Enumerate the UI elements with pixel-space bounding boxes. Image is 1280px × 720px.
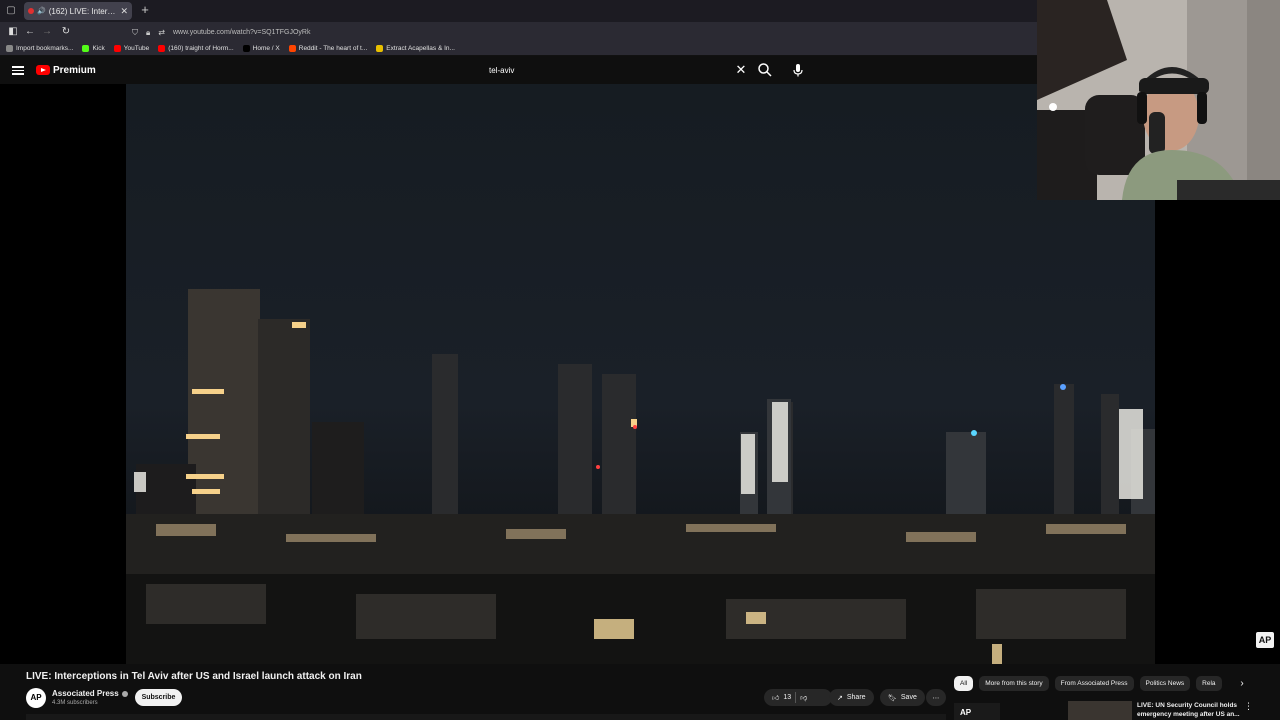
recording-icon: [28, 8, 34, 14]
forward-icon[interactable]: →: [40, 25, 54, 39]
ap-watermark-logo: AP: [1256, 632, 1274, 648]
bookmark-label: Reddit - The heart of t...: [298, 45, 368, 52]
speaker-icon[interactable]: 🔊: [37, 7, 46, 15]
subscriber-count: 4.3M subscribers: [52, 700, 98, 706]
channel-name-text[interactable]: Associated Press: [52, 689, 119, 698]
share-button[interactable]: ↗ Share: [829, 689, 874, 706]
rec-thumb-ap-text: AP: [960, 708, 972, 717]
bookmark-favicon-icon: [113, 45, 121, 52]
bookmark-favicon-icon: [376, 45, 384, 52]
filter-chip[interactable]: More from this story: [979, 676, 1049, 691]
bookmark-label: Import bookmarks...: [16, 45, 74, 52]
back-icon[interactable]: ←: [23, 25, 37, 39]
save-label: Save: [900, 694, 917, 701]
bookmark-item[interactable]: Reddit - The heart of t...: [288, 45, 368, 52]
reload-icon[interactable]: ↻: [59, 25, 73, 39]
tab-close-icon[interactable]: ✕: [120, 6, 128, 17]
url-text[interactable]: www.youtube.com/watch?v=SQ1TFGJOyRk: [173, 29, 311, 36]
dislike-icon[interactable]: 👎︎: [800, 693, 807, 702]
search-icon[interactable]: [757, 62, 773, 78]
bookmark-label: Extract Acapellas & In...: [386, 45, 455, 52]
bookmark-label: Home / X: [252, 45, 280, 52]
recommendation-title[interactable]: LIVE: UN Security Council holds emergenc…: [1137, 701, 1241, 719]
youtube-play-icon: [36, 65, 50, 75]
bookmark-favicon-icon: [6, 45, 13, 52]
save-button[interactable]: 🔖︎ Save: [880, 689, 925, 706]
bookmark-favicon-icon: [288, 45, 296, 52]
bookmark-label: YouTube: [123, 45, 150, 52]
tab-list-icon[interactable]: ▢: [4, 4, 18, 18]
bookmark-icon: 🔖︎: [888, 694, 897, 702]
bookmark-item[interactable]: YouTube: [113, 45, 150, 52]
share-icon: ↗: [837, 694, 843, 702]
like-icon[interactable]: 👍︎: [772, 693, 779, 702]
search-input[interactable]: [489, 65, 729, 75]
like-divider: [795, 692, 797, 703]
filter-chip[interactable]: From Associated Press: [1054, 676, 1134, 691]
video-title: LIVE: Interceptions in Tel Aviv after US…: [26, 671, 362, 682]
bookmark-item[interactable]: Extract Acapellas & In...: [376, 45, 455, 52]
browser-tab[interactable]: 🔊 (162) LIVE: Interceptions in ✕: [24, 2, 132, 20]
url-bar[interactable]: ⛉ 🔒︎ ⇄ www.youtube.com/watch?v=SQ1TFGJOy…: [132, 25, 1022, 40]
streamer-webcam-image: [1037, 0, 1280, 200]
subscribe-button[interactable]: Subscribe: [135, 689, 182, 706]
description-panel-edge: [26, 714, 946, 720]
verified-icon: [121, 690, 128, 697]
like-count[interactable]: 13: [783, 694, 791, 701]
bookmark-label: Kick: [92, 45, 105, 52]
sidebar-toggle-icon[interactable]: ◧: [6, 25, 20, 39]
chevron-right-icon[interactable]: ›: [1236, 678, 1248, 690]
new-tab-icon[interactable]: +: [138, 3, 152, 17]
webcam-overlay: [1037, 0, 1280, 200]
bookmark-item[interactable]: Import bookmarks...: [6, 45, 73, 52]
permissions-icon[interactable]: ⇄: [158, 28, 165, 37]
filter-chip[interactable]: Politics News: [1139, 676, 1191, 691]
logo-text: Premium: [53, 64, 96, 76]
bookmark-label: (160) traight of Horm...: [168, 45, 234, 52]
bookmark-favicon-icon: [158, 45, 166, 52]
channel-avatar[interactable]: AP: [26, 688, 46, 708]
filter-chip[interactable]: All: [954, 676, 974, 691]
clear-search-icon[interactable]: ✕: [734, 63, 748, 77]
bookmark-favicon-icon: [242, 45, 250, 52]
more-actions-icon[interactable]: ⋯: [926, 689, 946, 706]
recommendation-thumbnail-ap[interactable]: AP: [954, 703, 1000, 720]
tab-title: (162) LIVE: Interceptions in: [48, 6, 118, 16]
filter-chip[interactable]: Rela: [1196, 676, 1222, 691]
recommendation-thumbnail[interactable]: [1068, 701, 1132, 720]
lock-icon[interactable]: 🔒︎: [146, 28, 150, 38]
shield-icon[interactable]: ⛉: [132, 28, 138, 38]
youtube-logo[interactable]: Premium: [36, 63, 96, 77]
related-filter-chips: All More from this story From Associated P…: [954, 676, 1222, 691]
video-player[interactable]: [126, 84, 1155, 664]
recommendation-menu-icon[interactable]: ⋮: [1244, 701, 1253, 712]
bookmark-item[interactable]: Kick: [82, 45, 105, 52]
bookmark-item[interactable]: (160) traight of Horm...: [158, 45, 234, 52]
menu-icon[interactable]: [12, 64, 24, 76]
like-dislike-group: 👍︎ 13 👎︎: [764, 689, 832, 706]
microphone-icon[interactable]: [790, 62, 806, 78]
bookmark-favicon-icon: [82, 45, 90, 52]
bookmark-item[interactable]: Home / X: [242, 45, 280, 52]
channel-name[interactable]: Associated Press: [52, 689, 128, 698]
share-label: Share: [846, 694, 866, 701]
night-skyline-image: [126, 289, 1155, 664]
